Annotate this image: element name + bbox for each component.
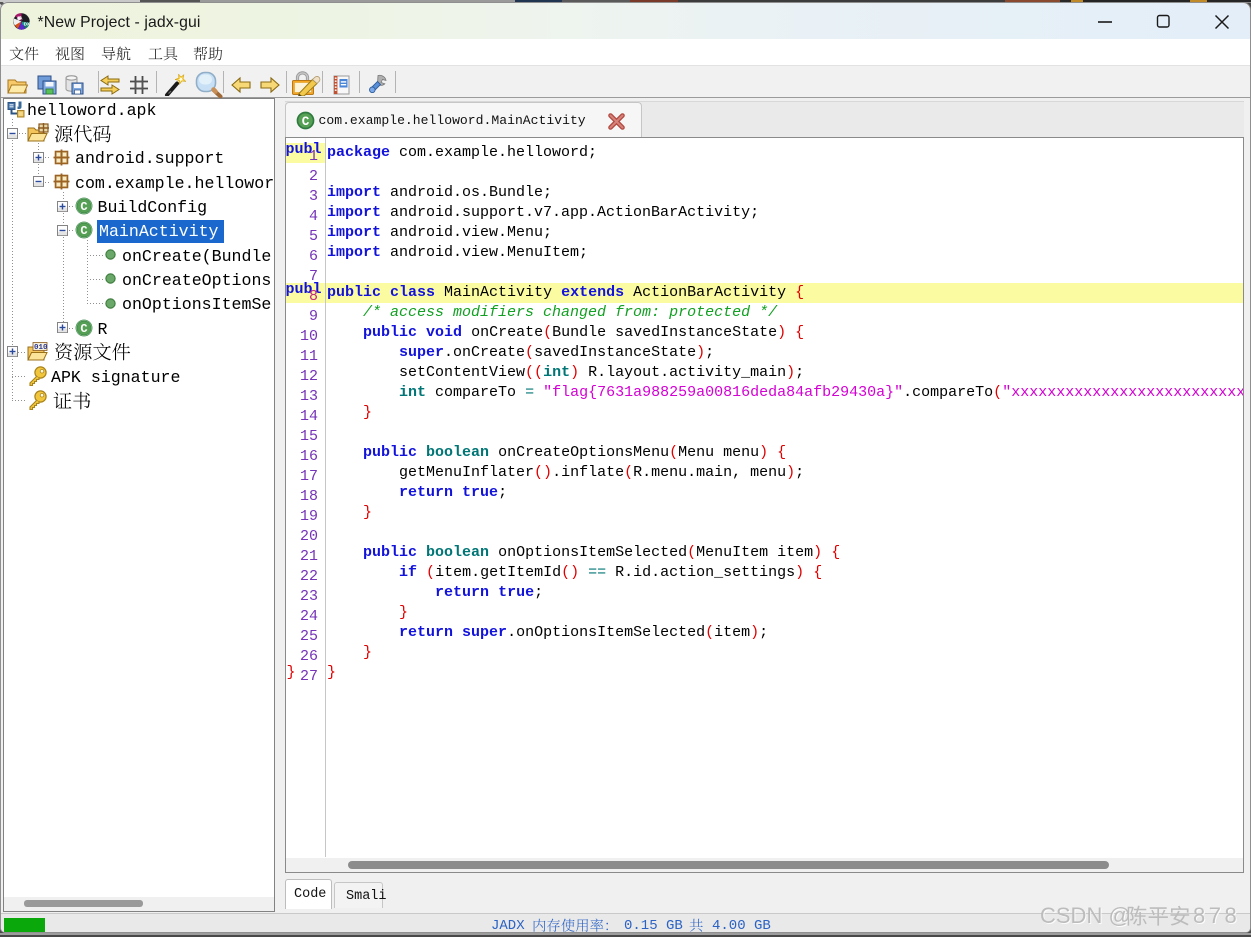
svg-text:010: 010 <box>34 344 48 352</box>
svg-text:DX: DX <box>24 22 30 27</box>
svg-text:JA: JA <box>17 15 24 20</box>
svg-text:C: C <box>302 114 310 129</box>
svg-text:C: C <box>80 200 87 214</box>
svg-text:C: C <box>80 225 87 239</box>
svg-text:C: C <box>80 322 87 336</box>
